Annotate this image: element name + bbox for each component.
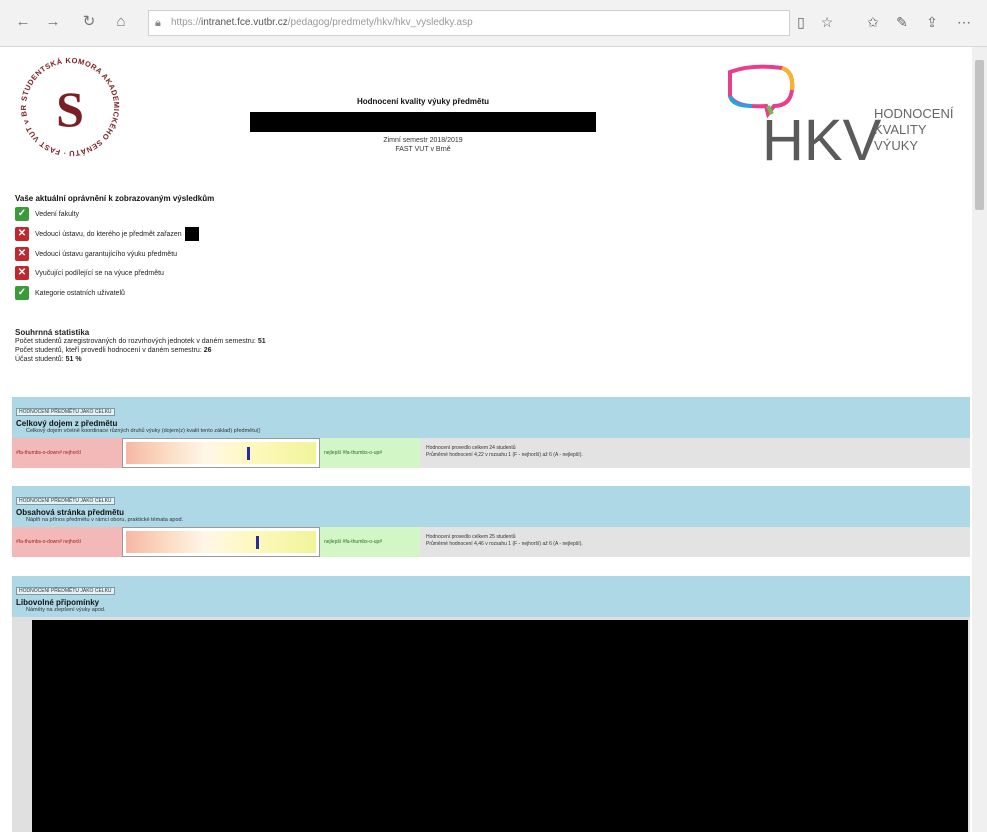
seal-letter: S xyxy=(56,81,84,137)
url-text: https://intranet.fce.vutbr.cz/pedagog/pr… xyxy=(171,17,473,28)
comments-body xyxy=(12,617,970,832)
permission-label: Vedoucí ústavu garantujícího výuku předm… xyxy=(35,251,178,258)
pen-icon[interactable]: ✎ xyxy=(893,13,911,31)
hkv-line-2: KVALITY xyxy=(874,122,927,137)
section-header: HODNOCENÍ PŘEDMĚTU JAKO CELKU Obsahová s… xyxy=(12,486,970,527)
comments-section: HODNOCENÍ PŘEDMĚTU JAKO CELKU Libovolné … xyxy=(12,576,970,832)
refresh-icon[interactable]: ↻ xyxy=(80,13,98,31)
stats-heading: Souhrnná statistika xyxy=(15,328,90,337)
section-tag: HODNOCENÍ PŘEDMĚTU JAKO CELKU xyxy=(16,587,115,595)
permission-label: Vedení fakulty xyxy=(35,211,79,218)
rating-section: HODNOCENÍ PŘEDMĚTU JAKO CELKU Obsahová s… xyxy=(12,486,970,557)
lock-icon: 🔒︎ xyxy=(155,17,161,29)
best-label: nejlepší #fa-thumbs-o-up# xyxy=(320,438,420,468)
hkv-letters: HKV xyxy=(762,108,882,172)
section-subtitle: Náplň na přínos předmětu v rámci oboru, … xyxy=(26,517,184,523)
section-tag: HODNOCENÍ PŘEDMĚTU JAKO CELKU xyxy=(16,497,115,505)
faculty-label: FAST VUT v Brně xyxy=(395,146,451,153)
rating-scale xyxy=(122,527,320,557)
rating-gradient xyxy=(126,531,316,553)
speech-bubble-icon xyxy=(728,64,795,119)
check-icon: ✓ xyxy=(15,207,29,221)
reading-view-icon[interactable]: ▯ xyxy=(792,13,810,31)
rating-gradient xyxy=(126,442,316,464)
hkv-line-1: HODNOCENÍ xyxy=(874,106,954,121)
home-icon[interactable]: ⌂ xyxy=(112,13,130,31)
section-title: Libovolné připomínky xyxy=(16,598,100,607)
report-header: Hodnocení kvality výuky předmětu Zimní s… xyxy=(250,97,596,154)
stats-participation: Účast studentů: 51 % xyxy=(15,356,82,363)
more-menu-icon[interactable]: ⋯ xyxy=(955,13,973,31)
redacted-comments xyxy=(32,620,968,832)
permission-label: Vyučující podílející se na výuce předmět… xyxy=(35,270,164,277)
best-label: nejlepší #fa-thumbs-o-up# xyxy=(320,527,420,557)
section-header: HODNOCENÍ PŘEDMĚTU JAKO CELKU Libovolné … xyxy=(12,576,970,617)
section-title: Celkový dojem z předmětu xyxy=(16,419,118,428)
rating-scale xyxy=(122,438,320,468)
rating-section: HODNOCENÍ PŘEDMĚTU JAKO CELKU Celkový do… xyxy=(12,397,970,468)
section-header: HODNOCENÍ PŘEDMĚTU JAKO CELKU Celkový do… xyxy=(12,397,970,438)
worst-label: #fa-thumbs-o-down# nejhorší xyxy=(12,438,126,468)
average-marker xyxy=(246,447,250,460)
rating-row: #fa-thumbs-o-down# nejhorší nejlepší #fa… xyxy=(12,438,970,468)
section-title: Obsahová stránka předmětu xyxy=(16,508,125,517)
permission-label: Vedoucí ústavu, do kterého je předmět za… xyxy=(35,227,199,242)
rating-info: Hodnocení provedlo celkem 24 studentů Pr… xyxy=(426,445,583,458)
cross-icon: ✕ xyxy=(15,266,29,280)
permission-label: Kategorie ostatních uživatelů xyxy=(35,290,125,297)
check-icon: ✓ xyxy=(15,286,29,300)
page-title: Hodnocení kvality výuky předmětu xyxy=(356,97,490,106)
redacted-department xyxy=(184,227,199,242)
section-tag: HODNOCENÍ PŘEDMĚTU JAKO CELKU xyxy=(16,408,115,416)
average-marker xyxy=(256,536,260,549)
rating-info: Hodnocení provedlo celkem 25 studentů Pr… xyxy=(426,534,583,547)
favorite-star-icon[interactable]: ☆ xyxy=(818,13,836,31)
stats-evaluated: Počet studentů, kteří provedli hodnocení… xyxy=(15,347,212,354)
cross-icon: ✕ xyxy=(15,227,29,241)
hkv-logo: HKV HODNOCENÍ KVALITY VÝUKY xyxy=(728,64,954,172)
favorites-list-icon[interactable]: ✩ xyxy=(864,13,882,31)
hkv-line-3: VÝUKY xyxy=(874,138,918,153)
stats-registered: Počet studentů zaregistrovaných do rozvr… xyxy=(15,338,266,345)
forward-icon[interactable]: → xyxy=(44,13,62,31)
share-icon[interactable]: ⇪ xyxy=(923,13,941,31)
browser-toolbar: ← → ↻ ⌂ 🔒︎ https://intranet.fce.vutbr.cz… xyxy=(0,0,987,47)
permissions-heading: Vaše aktuální oprávnění k zobrazovaným v… xyxy=(15,194,215,203)
back-icon[interactable]: ← xyxy=(14,13,32,31)
student-chamber-seal-logo: STUDENTSKÁ KOMORA AKADEMICKÉHO SENÁTU · … xyxy=(15,52,123,160)
scrollbar-thumb[interactable] xyxy=(975,60,984,210)
redacted-course-name xyxy=(250,112,596,132)
address-bar[interactable]: 🔒︎ https://intranet.fce.vutbr.cz/pedagog… xyxy=(148,10,790,36)
section-subtitle: Celkový dojem včetně koordinace různých … xyxy=(26,428,261,434)
worst-label: #fa-thumbs-o-down# nejhorší xyxy=(12,527,126,557)
summary-statistics: Souhrnná statistika Počet studentů zareg… xyxy=(15,328,266,364)
cross-icon: ✕ xyxy=(15,247,29,261)
rating-row: #fa-thumbs-o-down# nejhorší nejlepší #fa… xyxy=(12,527,970,557)
section-subtitle: Náměty na zlepšení výuky apod. xyxy=(26,607,106,613)
term-label: Zimní semestr 2018/2019 xyxy=(383,137,463,144)
